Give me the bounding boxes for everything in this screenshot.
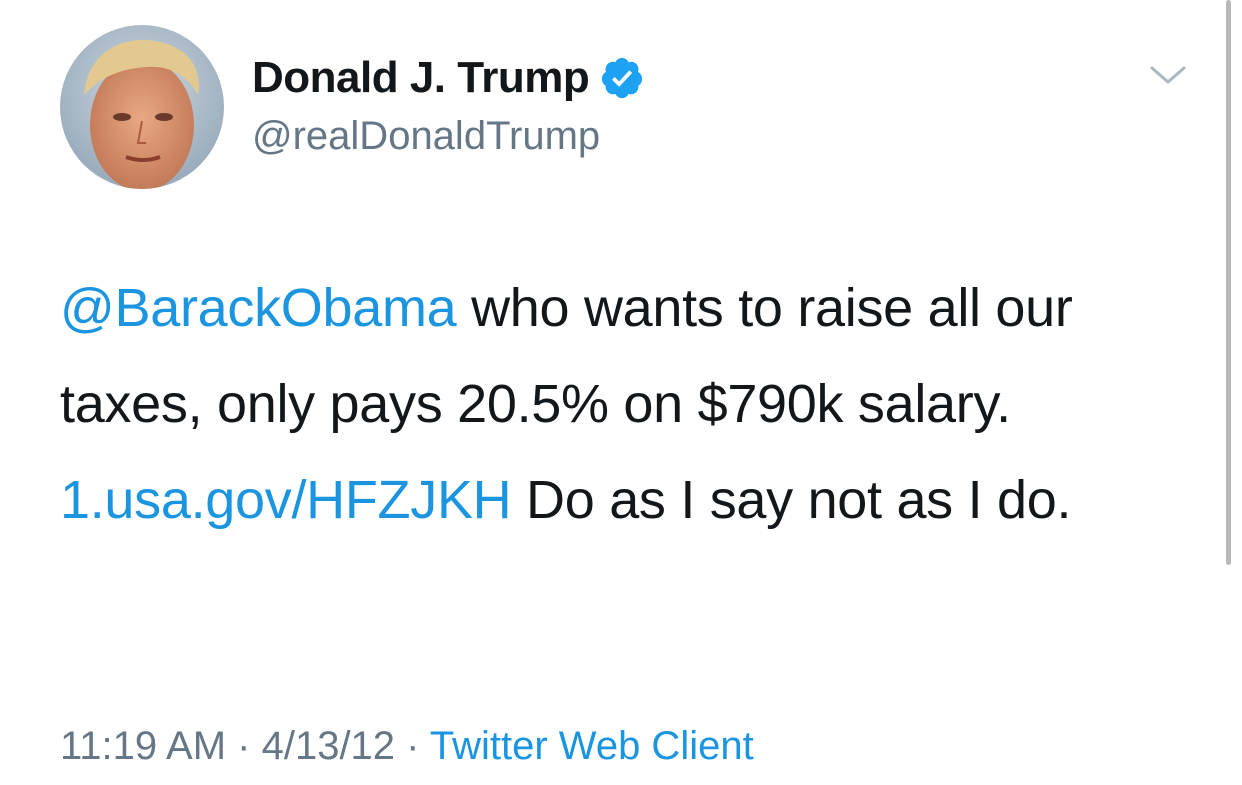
avatar[interactable] [60, 25, 224, 189]
tweet-metadata: 11:19 AM · 4/13/12 · Twitter Web Client [60, 718, 754, 774]
tweet-text: @BarackObama who wants to raise all our … [60, 260, 1200, 548]
tweet-time[interactable]: 11:19 AM [60, 724, 226, 768]
url-link[interactable]: 1.usa.gov/HFZJKH [60, 470, 512, 530]
verified-badge-icon [602, 57, 643, 99]
tweet-text-part: Do as I say not as I do. [511, 470, 1072, 530]
separator: · [395, 724, 430, 768]
separator: · [226, 724, 262, 768]
user-handle[interactable]: @realDonaldTrump [252, 110, 600, 162]
display-name[interactable]: Donald J. Trump [252, 50, 645, 106]
avatar-image [60, 25, 224, 189]
chevron-down-icon [1150, 66, 1186, 84]
scrollbar[interactable] [1226, 0, 1231, 565]
display-name-text: Donald J. Trump [252, 53, 590, 102]
tweet-date[interactable]: 4/13/12 [262, 724, 395, 768]
tweet-menu-button[interactable] [1146, 58, 1190, 92]
source-link[interactable]: Twitter Web Client [430, 724, 754, 768]
mention-link[interactable]: @BarackObama [60, 278, 457, 338]
